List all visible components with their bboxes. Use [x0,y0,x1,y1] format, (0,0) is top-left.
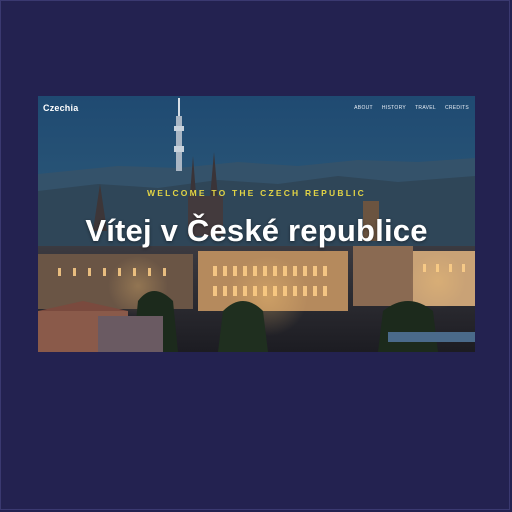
nav-link-travel[interactable]: TRAVEL [415,105,436,111]
nav-link-credits[interactable]: CREDITS [445,105,469,111]
nav-link-history[interactable]: HISTORY [382,105,406,111]
hero-kicker: WELCOME TO THE CZECH REPUBLIC [146,188,366,198]
website-screenshot: Czechia ABOUT HISTORY TRAVEL CREDITS WEL… [38,96,475,352]
nav-links: ABOUT HISTORY TRAVEL CREDITS [354,105,469,111]
brand-logo[interactable]: Czechia [43,103,78,113]
hero-title: Vítej v České republice [85,213,428,248]
nav-link-about[interactable]: ABOUT [354,105,373,111]
navbar: Czechia ABOUT HISTORY TRAVEL CREDITS [38,96,475,120]
